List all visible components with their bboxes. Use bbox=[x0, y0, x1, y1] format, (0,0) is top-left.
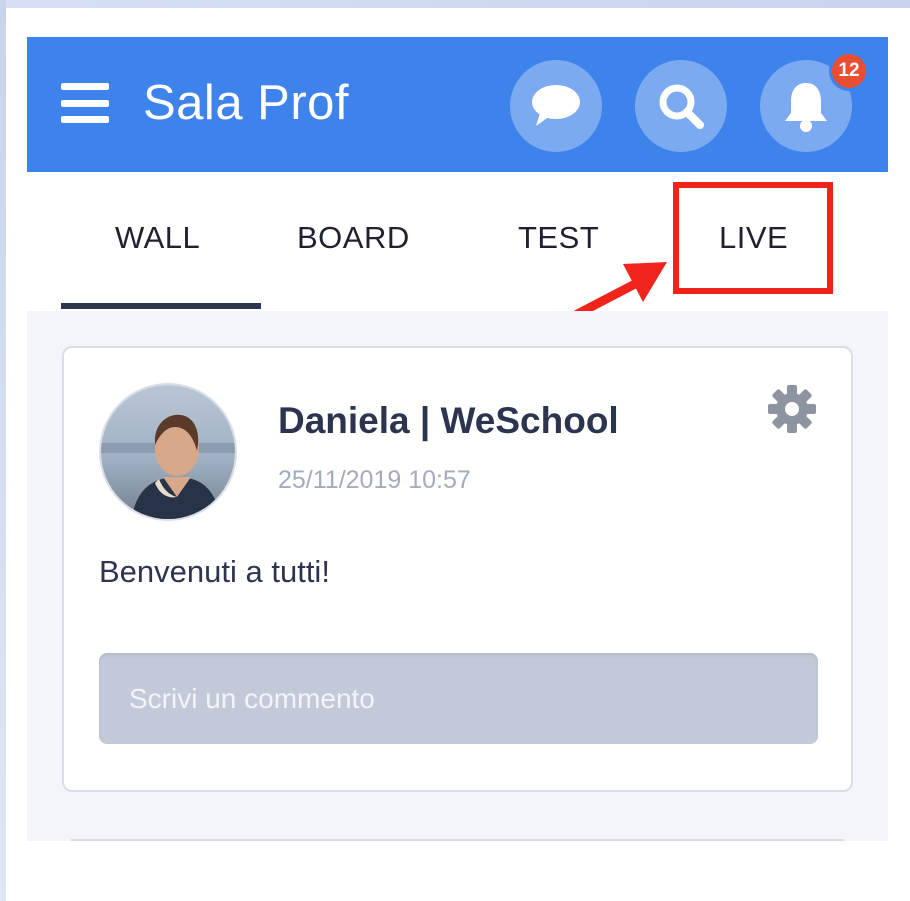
post-timestamp: 25/11/2019 10:57 bbox=[278, 466, 471, 494]
search-button[interactable] bbox=[635, 60, 727, 152]
next-post-edge bbox=[71, 839, 844, 841]
window-top-border bbox=[0, 0, 910, 8]
app-screen: Sala Prof 12 WALL BOARD TEST LIVE Daniel… bbox=[27, 37, 888, 841]
wall-feed: Daniela | WeSchool 25/11/2019 10:57 Benv… bbox=[27, 311, 888, 841]
bell-icon bbox=[785, 83, 827, 132]
avatar[interactable] bbox=[99, 383, 237, 521]
tab-board[interactable]: BOARD bbox=[297, 220, 410, 256]
notification-badge: 12 bbox=[829, 51, 869, 91]
app-title: Sala Prof bbox=[143, 76, 350, 130]
app-header: Sala Prof 12 bbox=[27, 37, 888, 172]
post-author[interactable]: Daniela | WeSchool bbox=[278, 400, 619, 442]
active-tab-indicator bbox=[61, 303, 261, 309]
chat-button[interactable] bbox=[510, 60, 602, 152]
gear-icon[interactable] bbox=[766, 383, 818, 435]
window-left-border bbox=[0, 0, 6, 901]
search-icon bbox=[659, 84, 704, 129]
chat-icon bbox=[532, 85, 580, 126]
comment-input[interactable] bbox=[99, 653, 818, 744]
post-body: Benvenuti a tutti! bbox=[99, 554, 330, 589]
menu-icon[interactable] bbox=[61, 83, 109, 123]
live-highlight-box bbox=[673, 182, 833, 294]
tab-wall[interactable]: WALL bbox=[115, 220, 200, 256]
post-card: Daniela | WeSchool 25/11/2019 10:57 Benv… bbox=[62, 346, 853, 792]
